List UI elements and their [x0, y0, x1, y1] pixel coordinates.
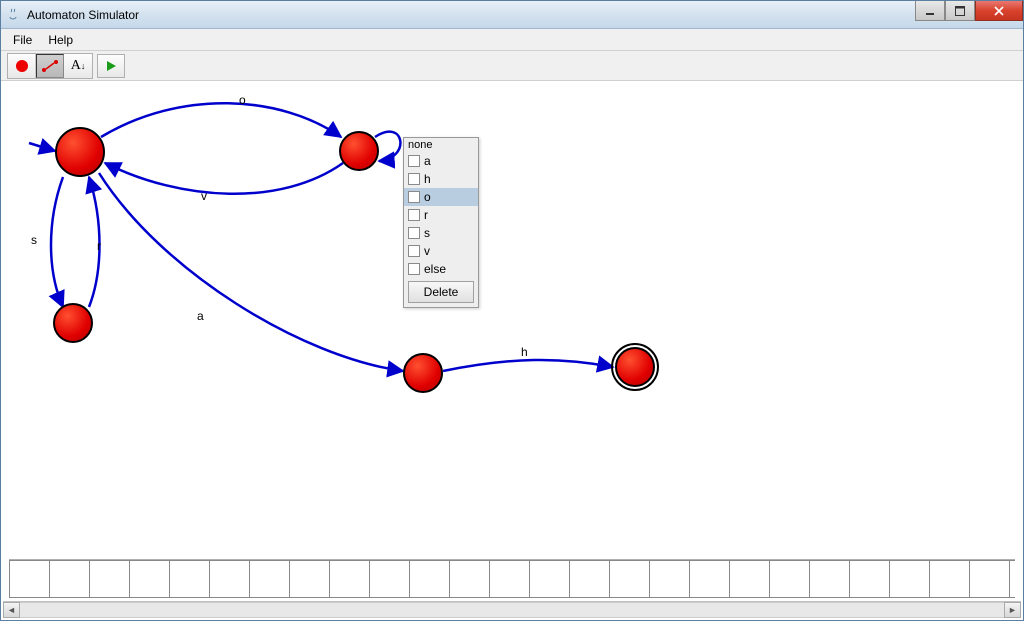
context-menu-item-label: o [424, 190, 431, 204]
arrow-edge-icon [41, 59, 59, 73]
edge-label: o [239, 93, 246, 107]
tape-cell[interactable] [49, 560, 89, 598]
tape-cell[interactable] [969, 560, 1009, 598]
tape-cell[interactable] [169, 560, 209, 598]
tape-cell[interactable] [409, 560, 449, 598]
tape-cell[interactable] [129, 560, 169, 598]
tape[interactable] [9, 559, 1015, 601]
context-menu-item-label: h [424, 172, 431, 186]
tape-cell[interactable] [209, 560, 249, 598]
close-button[interactable] [975, 1, 1023, 21]
context-menu-header: none [404, 138, 478, 152]
tape-cell[interactable] [449, 560, 489, 598]
state-D[interactable] [339, 131, 379, 171]
tape-cell[interactable] [249, 560, 289, 598]
context-menu-item-label: r [424, 208, 428, 222]
java-app-icon [5, 7, 21, 23]
run-button[interactable] [97, 54, 125, 78]
context-menu-item-a[interactable]: a [404, 152, 478, 170]
tape-cell[interactable] [289, 560, 329, 598]
window-title: Automaton Simulator [27, 8, 1019, 22]
edge-label: v [201, 189, 207, 203]
tool-transition[interactable] [36, 54, 64, 78]
context-menu-item-label: s [424, 226, 430, 240]
edge-label: h [521, 345, 528, 359]
tape-cell[interactable] [329, 560, 369, 598]
checkbox-icon [408, 191, 420, 203]
context-menu-item-label: a [424, 154, 431, 168]
tape-cell[interactable] [89, 560, 129, 598]
checkbox-icon [408, 173, 420, 185]
tape-cell[interactable] [769, 560, 809, 598]
edge-label: a [197, 309, 204, 323]
tape-cell[interactable] [809, 560, 849, 598]
edge-label: s [31, 233, 37, 247]
tape-cell[interactable] [729, 560, 769, 598]
tape-cell[interactable] [369, 560, 409, 598]
tape-cell[interactable] [1009, 560, 1015, 598]
context-menu-item-h[interactable]: h [404, 170, 478, 188]
scroll-left-icon[interactable]: ◄ [3, 602, 20, 618]
scrollbar-track[interactable] [20, 602, 1004, 618]
context-menu-item-v[interactable]: v [404, 242, 478, 260]
horizontal-scrollbar[interactable]: ◄ ► [3, 601, 1021, 618]
tape-cell[interactable] [9, 560, 49, 598]
checkbox-icon [408, 227, 420, 239]
tape-cell[interactable] [649, 560, 689, 598]
titlebar: Automaton Simulator [1, 1, 1023, 29]
context-menu-item-label: else [424, 262, 446, 276]
minimize-button[interactable] [915, 1, 945, 21]
tape-cell[interactable] [849, 560, 889, 598]
tool-label[interactable]: A↓ [64, 54, 92, 78]
context-menu-delete[interactable]: Delete [408, 281, 474, 303]
context-menu-item-o[interactable]: o [404, 188, 478, 206]
state-U[interactable] [615, 347, 655, 387]
tape-cell[interactable] [689, 560, 729, 598]
maximize-button[interactable] [945, 1, 975, 21]
context-menu-item-r[interactable]: r [404, 206, 478, 224]
canvas[interactable]: ovsrah none ahorsvelse Delete [1, 81, 1023, 553]
tool-state[interactable] [8, 54, 36, 78]
edge-label: r [97, 239, 101, 253]
state-T[interactable] [403, 353, 443, 393]
context-menu-item-s[interactable]: s [404, 224, 478, 242]
tape-cell[interactable] [609, 560, 649, 598]
toolbar: A↓ [1, 51, 1023, 81]
transition-context-menu: none ahorsv else Delete [403, 137, 479, 308]
context-menu-item-label: v [424, 244, 430, 258]
menubar: File Help [1, 29, 1023, 51]
scroll-right-icon[interactable]: ► [1004, 602, 1021, 618]
text-a-icon: A↓ [71, 58, 86, 74]
tape-cell[interactable] [889, 560, 929, 598]
checkbox-icon [408, 245, 420, 257]
state-V[interactable] [53, 303, 93, 343]
checkbox-icon [408, 263, 420, 275]
menu-help[interactable]: Help [40, 31, 81, 49]
tape-cell[interactable] [489, 560, 529, 598]
play-icon [105, 60, 117, 72]
checkbox-icon [408, 155, 420, 167]
edges-layer [1, 81, 1023, 553]
tape-cell[interactable] [929, 560, 969, 598]
context-menu-item-else[interactable]: else [404, 260, 478, 278]
red-circle-icon [16, 60, 28, 72]
tape-cell[interactable] [569, 560, 609, 598]
tape-cell[interactable] [529, 560, 569, 598]
menu-file[interactable]: File [5, 31, 40, 49]
state-L[interactable] [55, 127, 105, 177]
checkbox-icon [408, 209, 420, 221]
